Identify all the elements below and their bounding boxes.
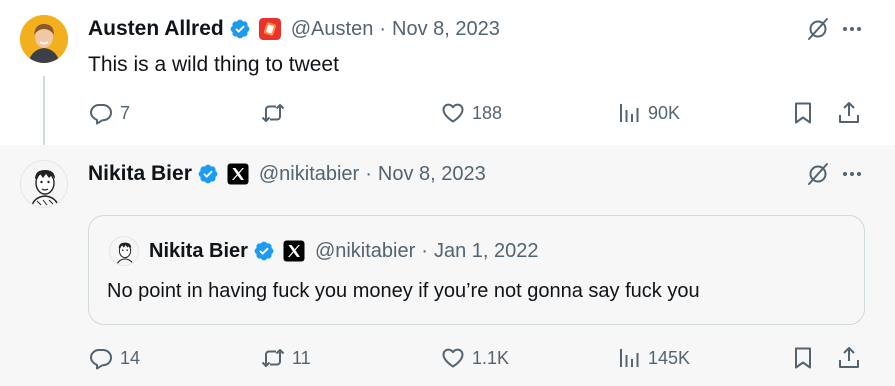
more-options-icon[interactable] [839,16,865,42]
share-button[interactable] [836,343,862,373]
quoted-tweet-text: No point in having fuck you money if you… [107,280,700,302]
verified-badge-icon[interactable] [229,18,251,40]
tweet-header: Austen Allred @Austen · Nov 8, 2023 [88,16,500,42]
like-count: 188 [472,102,503,123]
tweet-text: This is a wild thing to tweet [88,53,339,76]
bookmark-button[interactable] [790,343,816,373]
repost-button[interactable] [260,98,292,128]
quoted-avatar [109,236,139,266]
reply-count: 14 [120,347,141,368]
reply-icon [90,349,112,370]
quoted-tweet-date: Jan 1, 2022 [433,239,539,262]
author-handle[interactable]: @Austen [291,18,374,41]
like-button[interactable]: 1.1K [440,343,509,373]
action-bar: 14 11 1.1K 145K [88,343,878,373]
reply-button[interactable]: 14 [88,343,140,373]
avatar[interactable] [20,15,68,63]
bookmark-icon [795,347,811,369]
orange-affiliate-logo-icon[interactable] [258,18,281,40]
tweet-date[interactable]: Nov 8, 2023 [378,163,486,186]
tweet-austen[interactable]: Austen Allred @Austen · Nov 8, 2023 This… [0,0,895,145]
repost-button[interactable]: 11 [260,343,311,373]
author-name[interactable]: Nikita Bier [88,162,192,186]
quoted-tweet-card[interactable]: Nikita Bier @nikitabier · Jan 1, 2022 No… [88,215,865,325]
tweet-date[interactable]: Nov 8, 2023 [392,18,500,41]
bookmark-button[interactable] [790,98,816,128]
views-count: 90K [648,102,681,123]
like-button[interactable]: 188 [440,98,502,128]
verified-badge-icon[interactable] [197,163,219,185]
x-logo-icon[interactable] [227,163,249,185]
like-count: 1.1K [472,347,510,368]
views-button[interactable]: 90K [616,98,680,128]
heart-icon [442,348,464,368]
views-chart-icon [620,349,639,367]
tweet-header: Nikita Bier @nikitabier · Nov 8, 2023 [88,161,486,187]
more-options-icon[interactable] [839,161,865,187]
action-bar: 7 188 90K [88,98,878,128]
bookmark-icon [795,102,811,124]
share-icon [839,102,859,123]
share-icon [839,347,859,368]
views-button[interactable]: 145K [616,343,690,373]
thread-connector-line [43,76,45,145]
grok-icon[interactable] [805,161,831,187]
verified-badge-icon [254,241,274,261]
author-handle[interactable]: @nikitabier [259,163,359,186]
views-chart-icon [620,104,639,122]
separator-dot: · [379,17,386,40]
reply-count: 7 [120,102,131,123]
separator-dot: · [365,162,372,185]
reply-button[interactable]: 7 [88,98,130,128]
reply-icon [90,104,112,125]
quoted-tweet-header: Nikita Bier @nikitabier · Jan 1, 2022 [149,238,538,264]
tweet-nikita[interactable]: Nikita Bier @nikitabier · Nov 8, 2023 Ni… [0,145,895,386]
repost-count: 11 [292,347,311,368]
author-name[interactable]: Austen Allred [88,17,224,41]
quoted-author-name: Nikita Bier [149,239,248,262]
avatar[interactable] [20,160,68,208]
repost-icon [261,104,285,122]
views-count: 145K [648,347,691,368]
repost-icon [261,349,285,367]
quoted-author-handle: @nikitabier [314,239,416,262]
share-button[interactable] [836,98,862,128]
x-logo-icon [283,240,305,262]
heart-icon [442,103,464,123]
separator-dot: · [421,239,428,262]
grok-icon[interactable] [805,16,831,42]
